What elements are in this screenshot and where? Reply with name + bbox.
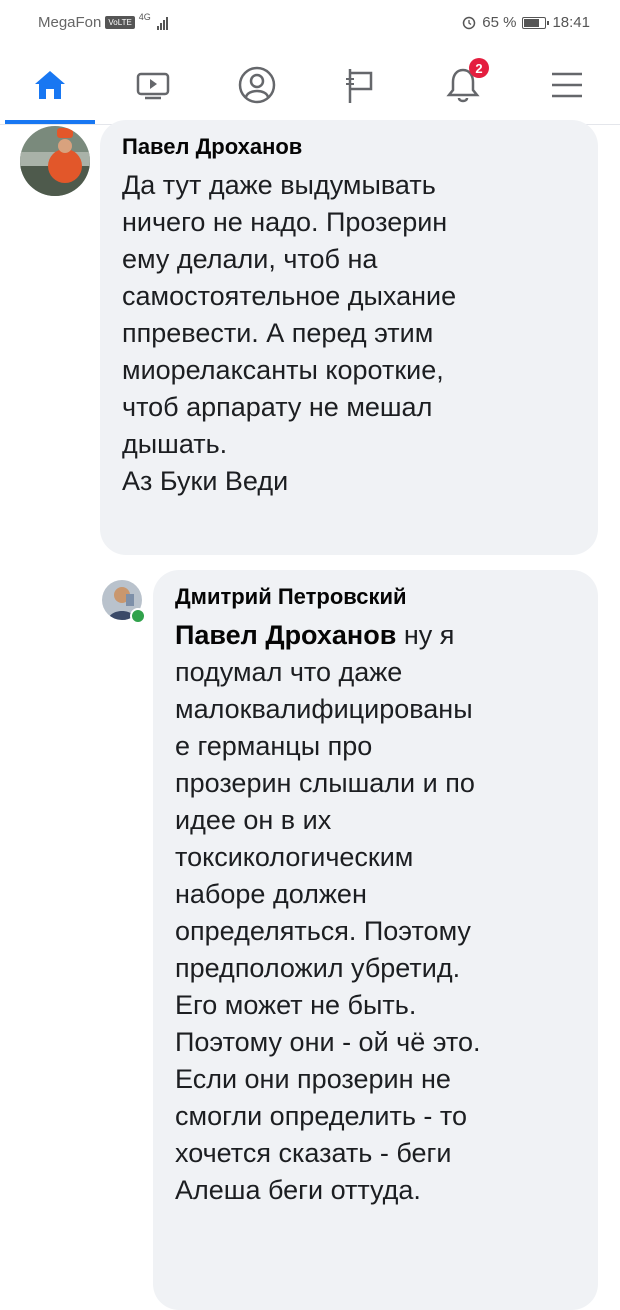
comment-line: ппревести. А перед этим: [122, 318, 434, 348]
notification-badge: 2: [469, 58, 489, 78]
comment-line: малоквалифицированы: [175, 694, 473, 724]
alarm-icon: [463, 16, 476, 29]
online-status-indicator: [130, 608, 146, 624]
comment-line: наборе должен: [175, 879, 367, 909]
battery-icon: [522, 16, 550, 29]
comment-line: Если они прозерин не: [175, 1064, 451, 1094]
signal-icon: [156, 16, 168, 30]
home-icon: [35, 71, 65, 99]
network-type: 4G: [138, 11, 151, 22]
nav-home[interactable]: [0, 46, 100, 124]
comment-reply: Дмитрий Петровский Павел Дроханов ну я п…: [0, 570, 620, 1310]
comment-line: самостоятельное дыхание: [122, 281, 457, 311]
comment-line: миорелаксанты короткие,: [122, 355, 444, 385]
comment-line: определяться. Поэтому: [175, 916, 471, 946]
comment-line: прозерин слышали и по: [175, 768, 475, 798]
comment-line-rest: ну я: [396, 620, 455, 650]
nav-menu[interactable]: [517, 46, 617, 124]
status-left: MegaFon VoLTE 4G: [38, 11, 168, 31]
comment-line: Его может не быть.: [175, 990, 417, 1020]
status-right: 65 % 18:41: [462, 14, 590, 31]
comment-line: Да тут даже выдумывать: [122, 170, 436, 200]
comment-line: идее он в их: [175, 805, 332, 835]
comment-line: смогли определить - то: [175, 1101, 467, 1131]
comment-line: хочется сказать - беги: [175, 1138, 452, 1168]
avatar[interactable]: [20, 126, 90, 196]
nav-profile[interactable]: [207, 46, 307, 124]
mention-link[interactable]: Павел Дроханов: [175, 620, 396, 650]
battery-fill: [524, 18, 539, 27]
comment-line: Поэтому они - ой чё это.: [175, 1027, 481, 1057]
comment-body: Да тут даже выдумывать ничего не надо. П…: [122, 167, 578, 500]
comment-author[interactable]: Дмитрий Петровский: [175, 584, 582, 610]
comment-line: ему делали, чтоб на: [122, 244, 378, 274]
menu-icon: [552, 72, 582, 98]
comment-line: дышать.: [122, 429, 228, 459]
clock: 18:41: [552, 14, 590, 31]
pages-icon: [346, 69, 373, 103]
comment-line: токсикологическим: [175, 842, 414, 872]
nav-watch[interactable]: [103, 46, 203, 124]
comment-author[interactable]: Павел Дроханов: [122, 134, 578, 160]
comment: Павел Дроханов Да тут даже выдумывать ни…: [0, 120, 620, 560]
comment-line: Алеша беги оттуда.: [175, 1175, 421, 1205]
comment-line: подумал что даже: [175, 657, 403, 687]
status-bar: MegaFon VoLTE 4G 65 % 18:41: [0, 0, 620, 46]
video-icon: [136, 72, 170, 100]
profile-icon: [238, 66, 276, 104]
top-nav-bar: 2: [0, 46, 620, 125]
comment-body: Павел Дроханов ну я подумал что даже мал…: [175, 617, 582, 1209]
comment-bubble: Павел Дроханов Да тут даже выдумывать ни…: [100, 120, 598, 555]
comment-line: ничего не надо. Прозерин: [122, 207, 448, 237]
comment-line: Аз Буки Веди: [122, 466, 289, 496]
comment-line: чтоб арпарату не мешал: [122, 392, 433, 422]
comment-line: Павел Дроханов ну я: [175, 617, 582, 654]
volte-badge: VoLTE: [105, 16, 135, 29]
carrier-name: MegaFon: [38, 14, 102, 31]
comment-line: предположил убретид.: [175, 953, 461, 983]
comment-line: е германцы про: [175, 731, 373, 761]
nav-notifications[interactable]: 2: [413, 46, 513, 124]
battery-percent: 65 %: [482, 14, 517, 31]
nav-pages[interactable]: [310, 46, 410, 124]
avatar-photo: [20, 126, 90, 196]
comment-bubble: Дмитрий Петровский Павел Дроханов ну я п…: [153, 570, 598, 1310]
